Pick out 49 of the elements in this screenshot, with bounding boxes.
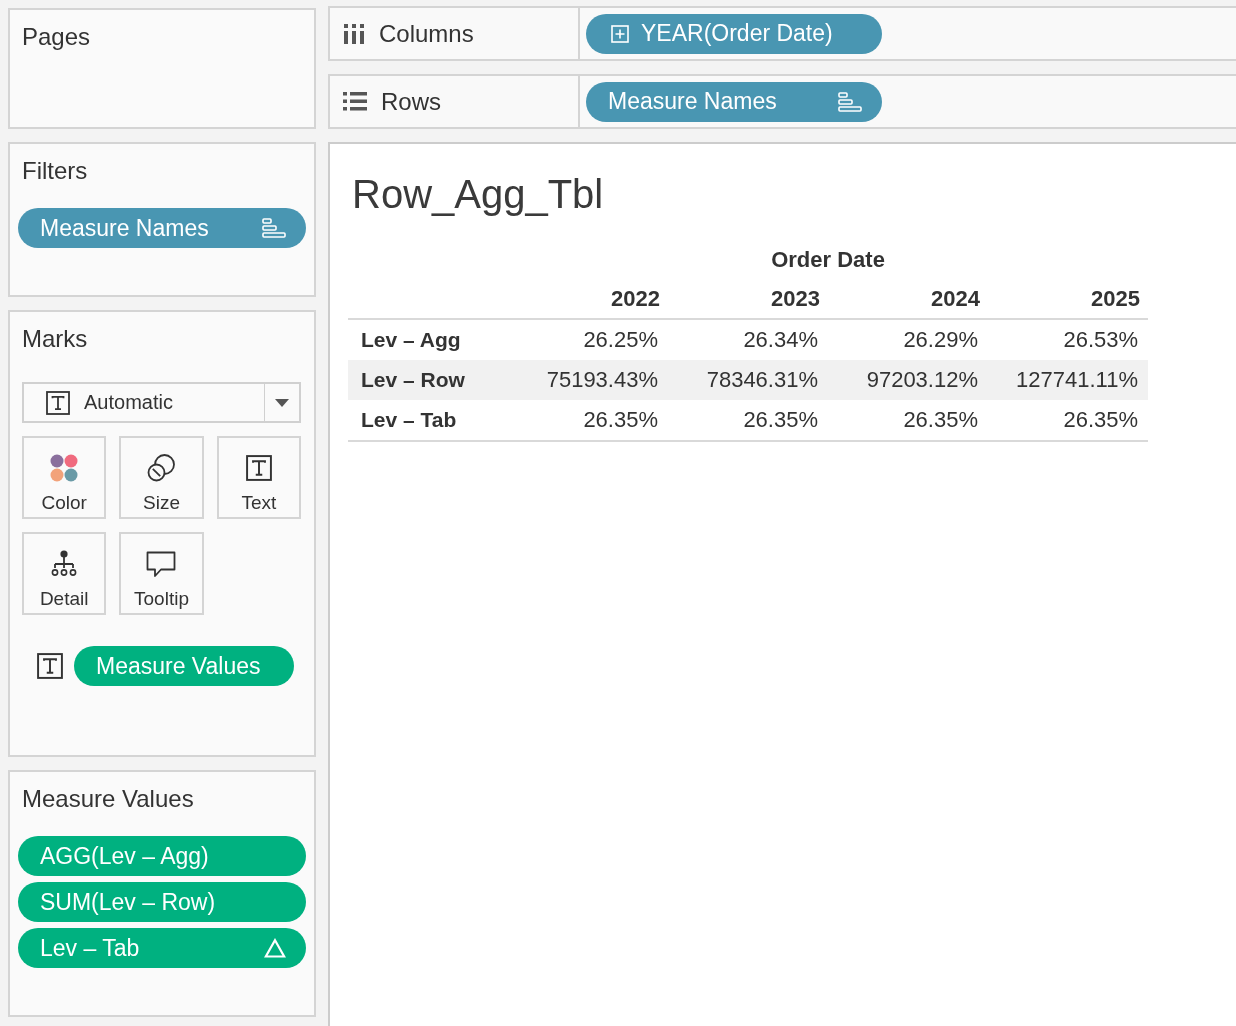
text-icon	[245, 455, 272, 481]
field-pill[interactable]: YEAR(Order Date)	[586, 13, 882, 54]
field-pill[interactable]: Measure Values	[74, 646, 294, 686]
row-header: Lev – Row	[348, 360, 508, 400]
column-header: 2022	[508, 280, 668, 319]
table-cell: 26.35%	[508, 400, 668, 441]
triangle-icon	[264, 938, 286, 958]
field-pill[interactable]: Lev – Tab	[18, 928, 306, 968]
column-header: 2025	[988, 280, 1149, 319]
caret-icon	[275, 398, 289, 407]
table-cell: 26.35%	[828, 400, 988, 441]
column-group-header: Order Date	[771, 247, 885, 272]
text-icon	[37, 653, 63, 679]
column-header: 2024	[828, 280, 988, 319]
field-pill[interactable]: Measure Names	[586, 81, 882, 122]
mark-property-button[interactable]: Tooltip	[119, 532, 204, 615]
mark-type-dropdown[interactable]: Automatic	[22, 382, 301, 423]
shelf-label: Columns	[379, 19, 474, 48]
table-cell: 127741.11%	[988, 360, 1149, 400]
mark-property-button[interactable]: Detail	[22, 532, 107, 615]
sheet-title: Row_Agg_Tbl	[352, 171, 604, 218]
field-pill[interactable]: SUM(Lev – Row)	[18, 882, 306, 922]
mark-property-button[interactable]: Color	[22, 436, 107, 519]
table-cell: 26.35%	[668, 400, 828, 441]
mark-property-button[interactable]: Text	[216, 436, 301, 519]
table-cell: 26.35%	[988, 400, 1149, 441]
panel-title: Pages	[22, 22, 91, 52]
color-dots-icon	[50, 454, 79, 482]
table-cell: 97203.12%	[828, 360, 988, 400]
panel-title: Filters	[22, 156, 88, 186]
speech-bubble-icon	[146, 550, 177, 578]
hierarchy-icon	[50, 550, 79, 578]
panel-title: Marks	[22, 324, 88, 354]
shelf-label: Rows	[381, 87, 441, 116]
table-cell: 75193.43%	[508, 360, 668, 400]
sort-bars-icon	[838, 91, 862, 112]
text-icon	[46, 390, 70, 415]
panel-title: Measure Values	[22, 784, 194, 814]
list-icon	[343, 92, 367, 111]
sort-bars-icon	[262, 218, 286, 238]
column-header: 2023	[668, 280, 828, 319]
circles-icon	[146, 453, 177, 483]
columns-icon	[343, 22, 365, 45]
row-header: Lev – Tab	[348, 400, 508, 441]
mark-property-button[interactable]: Size	[119, 436, 204, 519]
plus-square-icon	[611, 24, 629, 43]
table-cell: 78346.31%	[668, 360, 828, 400]
field-pill[interactable]: AGG(Lev – Agg)	[18, 836, 306, 876]
field-pill[interactable]: Measure Names	[18, 208, 306, 248]
